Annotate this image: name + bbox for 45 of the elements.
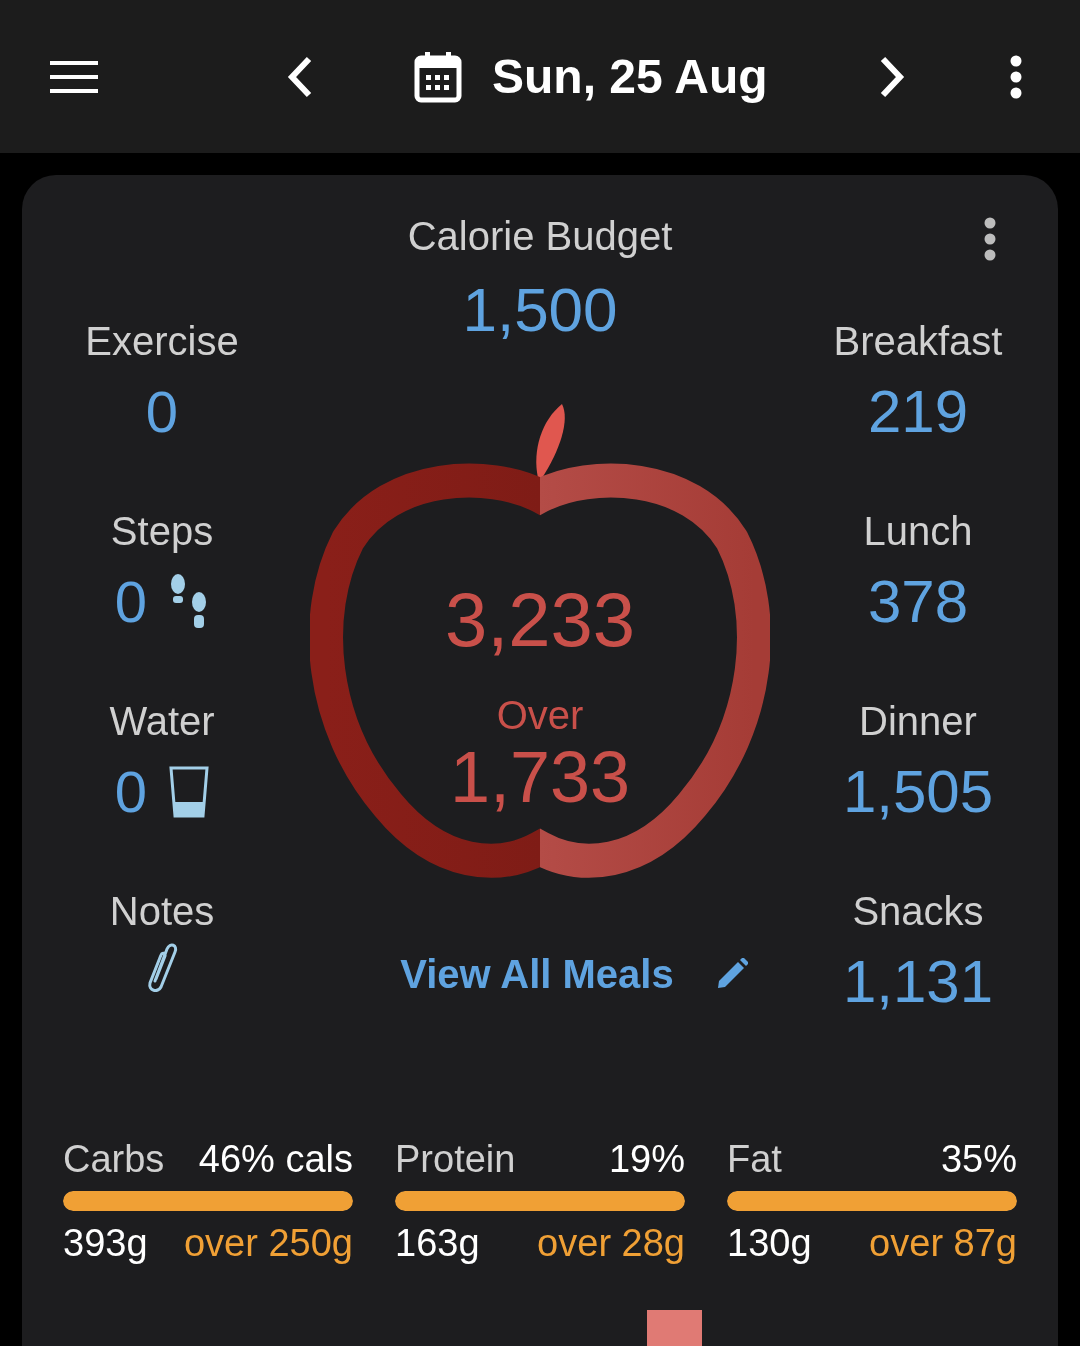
- stat-label: Steps: [110, 508, 214, 555]
- paperclip-icon[interactable]: [145, 941, 179, 993]
- macro-name: Protein: [395, 1137, 516, 1182]
- macro-amount: 130g: [727, 1221, 812, 1266]
- pencil-icon: [715, 958, 748, 990]
- budget-value: 1,500: [462, 274, 618, 346]
- macro-percent: 35%: [940, 1137, 1017, 1182]
- stat-label: Exercise: [85, 318, 239, 365]
- calories-status: Over: [495, 694, 585, 736]
- meal-calories: 378: [867, 567, 969, 637]
- stat-value: 0: [114, 758, 148, 826]
- meal-calories: 219: [867, 377, 969, 447]
- macro-amount: 393g: [63, 1221, 148, 1266]
- chevron-left-icon: [287, 55, 313, 98]
- more-icon: [984, 217, 996, 261]
- meal-label: Dinner: [859, 698, 977, 745]
- meal-label: Lunch: [863, 508, 973, 555]
- macro-target: over 250g: [184, 1221, 353, 1266]
- macro-amount: 163g: [395, 1221, 480, 1266]
- stat-label: Notes: [109, 888, 215, 935]
- stat-value: 0: [145, 378, 179, 446]
- macro-target: over 28g: [537, 1221, 685, 1266]
- macro-percent: 46% cals: [198, 1137, 353, 1182]
- meal-calories: 1,505: [842, 757, 994, 827]
- date-picker-button[interactable]: Sun, 25 Aug: [414, 50, 768, 103]
- chart-bar: [647, 1310, 702, 1346]
- macro-name: Fat: [727, 1137, 782, 1182]
- stat-value: 0: [114, 568, 148, 636]
- macro-percent: 19%: [608, 1137, 685, 1182]
- date-label: Sun, 25 Aug: [492, 52, 768, 101]
- macro-target: over 87g: [869, 1221, 1017, 1266]
- macro-name: Carbs: [63, 1137, 165, 1182]
- view-all-meals-link[interactable]: View All Meals: [400, 951, 674, 997]
- calendar-icon: [414, 50, 462, 103]
- more-icon: [1010, 54, 1022, 99]
- calories-consumed: 3,233: [443, 582, 637, 658]
- chevron-right-icon: [878, 55, 905, 98]
- meal-calories: 1,131: [842, 947, 994, 1017]
- glass-icon: [169, 766, 210, 818]
- stat-label: Water: [109, 698, 215, 745]
- meal-label: Breakfast: [833, 318, 1003, 365]
- menu-icon: [50, 59, 98, 94]
- budget-label: Calorie Budget: [407, 213, 673, 260]
- calories-over: 1,733: [448, 740, 632, 814]
- meal-label: Snacks: [852, 888, 984, 935]
